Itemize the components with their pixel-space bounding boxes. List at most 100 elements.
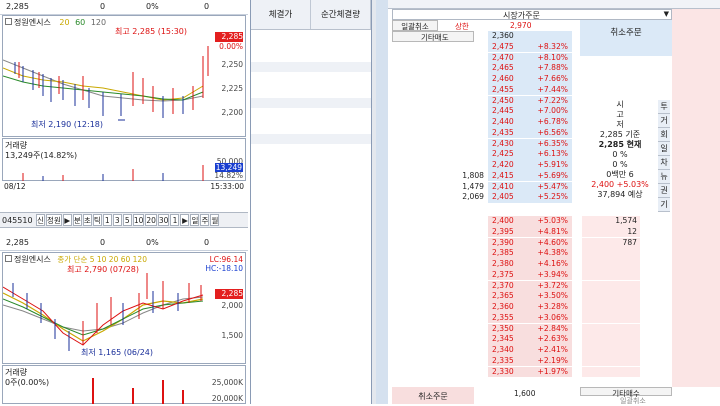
price-cell[interactable]: 2,385 +4.38%	[488, 248, 572, 259]
price-cell[interactable]: 2,400 +5.03%	[488, 216, 572, 227]
top-price-chart[interactable]: 정원엔시스 20 60 120 최고 2,285 (15:30) 최저 2,19…	[2, 15, 246, 137]
price-cell[interactable]: 2,420 +5.91%	[488, 160, 572, 171]
price: 2,370	[492, 280, 514, 290]
bottom-volume-bars	[92, 378, 184, 404]
toolbar-btn-1[interactable]: 정원	[46, 214, 62, 226]
toolbar-btn-5[interactable]: 틱	[92, 214, 102, 226]
ask-row[interactable]: 2,455 +7.44%	[392, 84, 712, 96]
price-cell[interactable]: 2,405 +5.25%	[488, 192, 572, 203]
toolbar-btn-15[interactable]: 주	[200, 214, 210, 226]
price-cell[interactable]: 2,375 +3.94%	[488, 269, 572, 281]
toolbar-btn-7[interactable]: 3	[112, 214, 122, 226]
bid-row[interactable]: 2,385 +4.38%	[392, 248, 712, 259]
price-cell[interactable]: 2,465 +7.88%	[488, 63, 572, 74]
bid-row[interactable]: 2,335 +2.19%	[392, 355, 712, 367]
market-order-bar[interactable]: 시장가주문 ▼	[392, 9, 672, 20]
cancel-order-button[interactable]: 취소주문	[580, 20, 672, 56]
bottom-volume-chart[interactable]: 거래량 0주(0.00%) 25,000K 20,000K	[2, 365, 246, 404]
price-cell[interactable]: 2,345 +2.63%	[488, 334, 572, 345]
dropdown-icon[interactable]: ▼	[664, 10, 669, 18]
price: 2,475	[492, 41, 514, 51]
price-cell[interactable]: 2,455 +7.44%	[488, 84, 572, 96]
stock-code-input[interactable]: 045510	[2, 216, 36, 225]
bid-row[interactable]: 787 2,390 +4.60%	[392, 237, 712, 249]
price-cell[interactable]: 2,365 +3.50%	[488, 291, 572, 302]
side-tab-1[interactable]: 거	[658, 114, 670, 128]
price-cell[interactable]: 2,360 +3.28%	[488, 302, 572, 313]
price-cell[interactable]: 2,355 +3.06%	[488, 312, 572, 324]
bottom-price-chart[interactable]: 정원엔시스 종가 단순 5 10 20 60 120 LC:96.14 HC:-…	[2, 252, 246, 364]
bid-row[interactable]: 2,375 +3.94%	[392, 269, 712, 281]
price-cell[interactable]: 2,460 +7.66%	[488, 74, 572, 85]
side-tab-0[interactable]: 투	[658, 100, 670, 114]
price-cell[interactable]: 2,425 +6.13%	[488, 149, 572, 160]
lc-label: LC:96.14	[209, 255, 243, 264]
bid-row[interactable]: 12 2,395 +4.81%	[392, 226, 712, 238]
bid-quantity	[582, 291, 640, 302]
side-tab-5[interactable]: 뉴	[658, 170, 670, 184]
ask-row[interactable]: 2,460 +7.66%	[392, 74, 712, 85]
toolbar-btn-8[interactable]: 5	[122, 214, 132, 226]
bid-row[interactable]: 2,350 +2.84%	[392, 323, 712, 335]
ask-quantity	[392, 106, 487, 117]
price-cell[interactable]: 2,450 +7.22%	[488, 95, 572, 107]
bid-row[interactable]: 2,330 +1.97%	[392, 366, 712, 378]
side-tab-7[interactable]: 기	[658, 198, 670, 212]
side-tab-6[interactable]: 권	[658, 184, 670, 198]
toolbar-btn-4[interactable]: 초	[82, 214, 92, 226]
side-tabs: 투거회일차뉴권기	[658, 100, 670, 212]
side-tab-2[interactable]: 회	[658, 128, 670, 142]
toolbar-btn-2[interactable]: ▶	[62, 214, 72, 226]
price-cell[interactable]: 2,340 +2.41%	[488, 345, 572, 356]
other-buy-button[interactable]: 기타매수	[580, 387, 672, 398]
price-cell[interactable]: 2,395 +4.81%	[488, 226, 572, 238]
bottom-cancel-order-button[interactable]: 취소주문	[392, 387, 474, 404]
toolbar-btn-16[interactable]: 월	[210, 214, 220, 226]
price-cell[interactable]: 2,335 +2.19%	[488, 355, 572, 367]
price-cell[interactable]: 2,370 +3.72%	[488, 280, 572, 292]
toolbar-btn-11[interactable]: 30	[157, 214, 170, 226]
toolbar-btn-12[interactable]: 1	[170, 214, 180, 226]
bid-row[interactable]: 2,360 +3.28%	[392, 302, 712, 313]
ask-row[interactable]: 2,465 +7.88%	[392, 63, 712, 74]
toolbar-btn-9[interactable]: 10	[132, 214, 145, 226]
change-pct: +2.63%	[537, 334, 569, 344]
bottom-cancel-all[interactable]: 일괄취소	[620, 396, 646, 406]
price-cell[interactable]: 2,410 +5.47%	[488, 181, 572, 193]
price-cell[interactable]: 2,470 +8.10%	[488, 52, 572, 64]
cancel-all-button[interactable]: 일괄취소	[392, 20, 438, 31]
top-volume-chart[interactable]: 거래량 13,249주(14.82%) 50,000 13,249 14.82%	[2, 138, 246, 181]
bid-quantity	[582, 323, 640, 335]
bid-row[interactable]: 1,574 2,400 +5.03%	[392, 216, 712, 227]
price-cell[interactable]: 2,445 +7.00%	[488, 106, 572, 117]
bottom-chart-header: 2,285 0 0% 0	[0, 236, 248, 251]
toolbar-btn-10[interactable]: 20	[145, 214, 157, 226]
bid-row[interactable]: 2,365 +3.50%	[392, 291, 712, 302]
toolbar-btn-6[interactable]: 1	[102, 214, 112, 226]
bid-row[interactable]: 2,380 +4.16%	[392, 259, 712, 270]
price-cell[interactable]: 2,350 +2.84%	[488, 323, 572, 335]
price-cell[interactable]: 2,330 +1.97%	[488, 366, 572, 378]
side-tab-4[interactable]: 차	[658, 156, 670, 170]
price-cell[interactable]: 2,360	[488, 31, 572, 42]
toolbar-btn-13[interactable]: ▶	[180, 214, 190, 226]
price-cell[interactable]: 2,475 +8.32%	[488, 41, 572, 53]
bid-row[interactable]: 2,340 +2.41%	[392, 345, 712, 356]
bottom-pct: 0%	[146, 238, 159, 247]
price-cell[interactable]: 2,430 +6.35%	[488, 138, 572, 150]
change-pct: +3.06%	[537, 312, 569, 322]
price-cell[interactable]: 2,390 +4.60%	[488, 237, 572, 249]
bid-row[interactable]: 2,355 +3.06%	[392, 312, 712, 324]
toolbar-btn-3[interactable]: 분	[72, 214, 82, 226]
toolbar-btn-0[interactable]: 신	[36, 214, 45, 226]
price-cell[interactable]: 2,415 +5.69%	[488, 170, 572, 182]
bid-row[interactable]: 2,345 +2.63%	[392, 334, 712, 345]
side-tab-3[interactable]: 일	[658, 142, 670, 156]
price-cell[interactable]: 2,380 +4.16%	[488, 259, 572, 270]
price-cell[interactable]: 2,435 +6.56%	[488, 127, 572, 139]
toolbar-btn-14[interactable]: 일	[190, 214, 200, 226]
ask-quantity: 1,479	[462, 181, 484, 191]
price-cell[interactable]: 2,440 +6.78%	[488, 117, 572, 128]
bid-row[interactable]: 2,370 +3.72%	[392, 280, 712, 292]
ask-quantity	[392, 63, 487, 74]
